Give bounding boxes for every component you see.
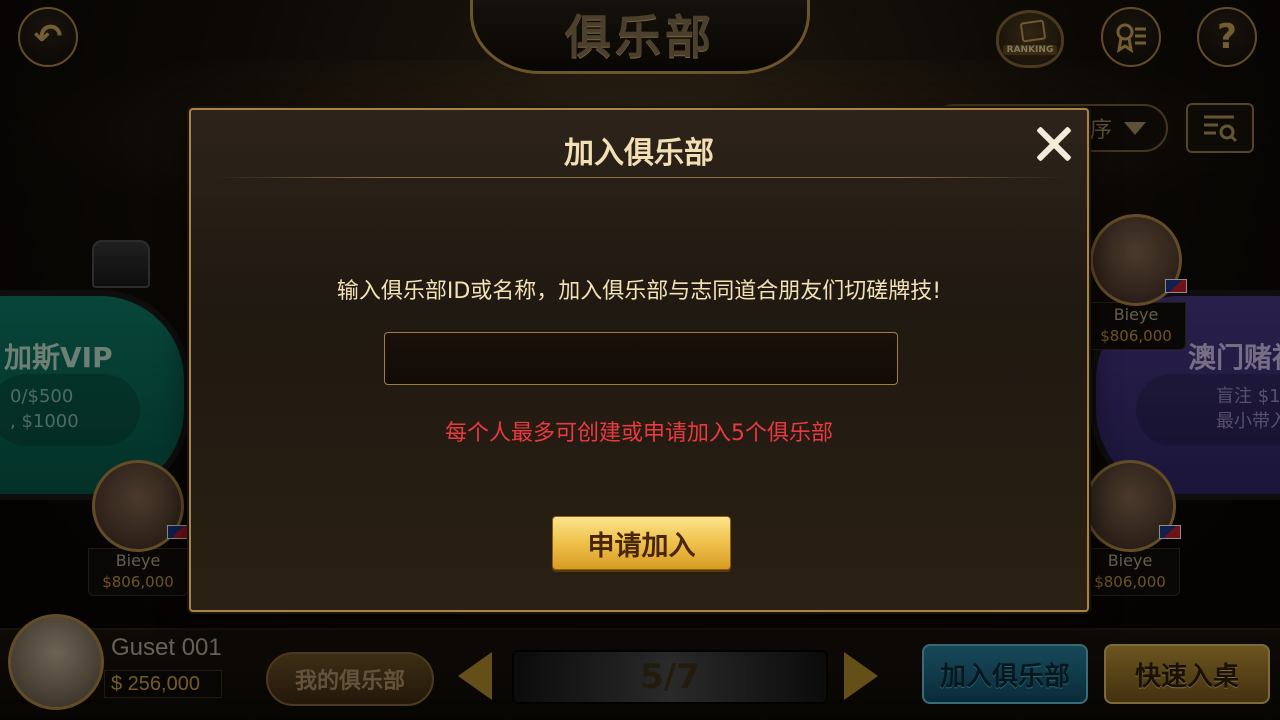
dialog-description: 输入俱乐部ID或名称，加入俱乐部与志同道合朋友们切磋牌技! <box>336 279 942 304</box>
apply-join-button[interactable]: 申请加入 <box>552 516 731 570</box>
dialog-divider <box>215 177 1063 178</box>
join-club-dialog: 加入俱乐部 输入俱乐部ID或名称，加入俱乐部与志同道合朋友们切磋牌技! 每个人最… <box>189 108 1089 612</box>
club-limit-warning: 每个人最多可创建或申请加入5个俱乐部 <box>445 421 833 446</box>
dialog-title: 加入俱乐部 <box>564 136 714 171</box>
club-id-input[interactable] <box>384 332 898 385</box>
close-icon[interactable] <box>1033 124 1073 164</box>
